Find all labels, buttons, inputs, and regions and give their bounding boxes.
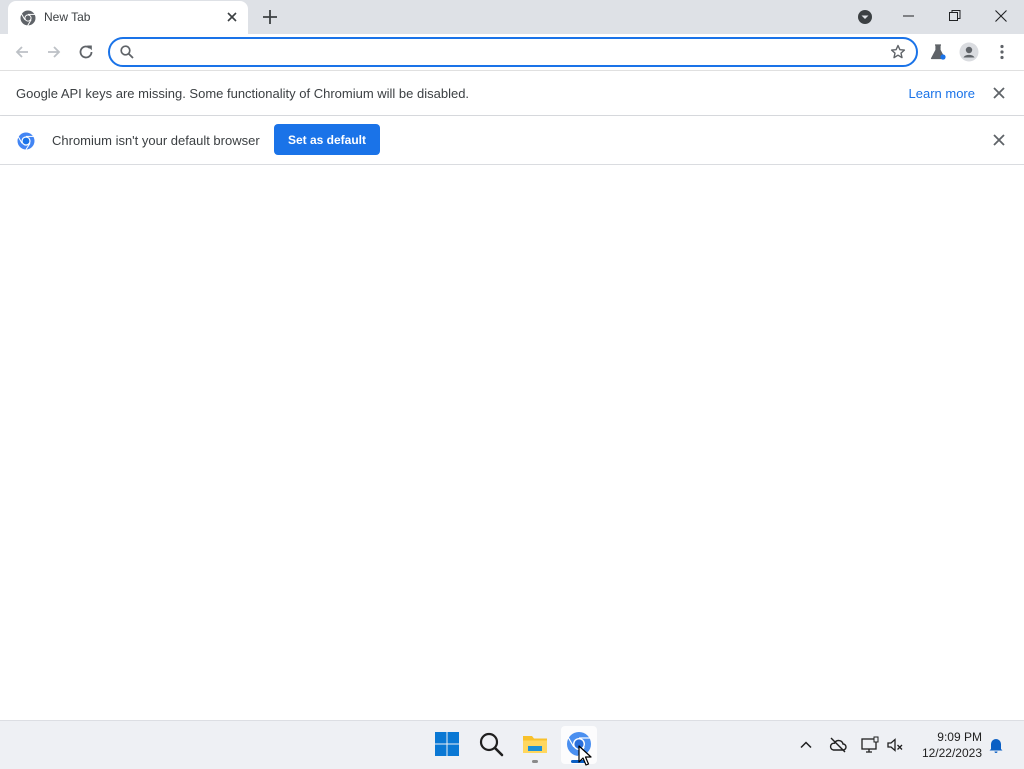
chromium-icon — [17, 132, 35, 150]
mouse-cursor-icon — [578, 745, 592, 766]
taskbar: 9:09 PM 12/22/2023 — [0, 720, 1024, 769]
bookmark-star-icon[interactable] — [890, 44, 906, 60]
tab-search-icon[interactable] — [855, 7, 875, 27]
api-keys-infobar: Google API keys are missing. Some functi… — [0, 71, 1024, 116]
page-content — [0, 165, 1024, 720]
reload-icon[interactable] — [76, 42, 96, 62]
address-input[interactable] — [144, 42, 878, 64]
close-icon[interactable] — [992, 86, 1006, 100]
api-keys-message: Google API keys are missing. Some functi… — [16, 86, 470, 101]
chevron-up-icon[interactable] — [797, 736, 815, 754]
system-clock[interactable]: 9:09 PM 12/22/2023 — [910, 729, 982, 761]
chromium-icon — [20, 10, 36, 26]
notification-bell-icon[interactable] — [987, 736, 1005, 754]
restore-icon — [949, 10, 961, 21]
kebab-menu-icon[interactable] — [992, 42, 1012, 62]
address-bar[interactable] — [108, 37, 918, 67]
close-window-button[interactable] — [978, 0, 1024, 32]
file-explorer-running-indicator — [532, 760, 538, 763]
learn-more-link[interactable]: Learn more — [909, 86, 975, 101]
minimize-button[interactable] — [886, 0, 932, 32]
clock-date: 12/22/2023 — [921, 746, 982, 760]
minimize-icon — [903, 15, 914, 17]
tab-title: New Tab — [44, 10, 91, 24]
default-browser-message: Chromium isn't your default browser — [52, 133, 260, 148]
browser-toolbar — [0, 34, 1024, 71]
back-arrow-icon[interactable] — [12, 42, 32, 62]
onedrive-icon[interactable] — [829, 736, 847, 754]
start-icon[interactable] — [434, 731, 460, 757]
clock-time: 9:09 PM — [937, 730, 982, 744]
search-icon[interactable] — [478, 731, 504, 757]
set-as-default-button[interactable]: Set as default — [274, 124, 380, 155]
close-icon — [995, 10, 1007, 22]
tab-close-icon[interactable] — [224, 9, 240, 25]
file-explorer-icon[interactable] — [522, 731, 548, 757]
close-icon[interactable] — [992, 133, 1006, 147]
search-icon — [120, 45, 134, 59]
default-browser-infobar: Chromium isn't your default browser Set … — [0, 116, 1024, 165]
restore-button[interactable] — [932, 0, 978, 32]
display-icon[interactable] — [861, 736, 879, 754]
tab-strip: New Tab — [0, 0, 1024, 34]
new-tab-icon[interactable] — [260, 7, 280, 27]
forward-arrow-icon[interactable] — [44, 42, 64, 62]
labs-flask-icon[interactable] — [928, 42, 948, 62]
profile-avatar-icon[interactable] — [959, 42, 979, 62]
volume-muted-icon[interactable] — [886, 736, 904, 754]
tab-new-tab[interactable]: New Tab — [8, 1, 248, 34]
